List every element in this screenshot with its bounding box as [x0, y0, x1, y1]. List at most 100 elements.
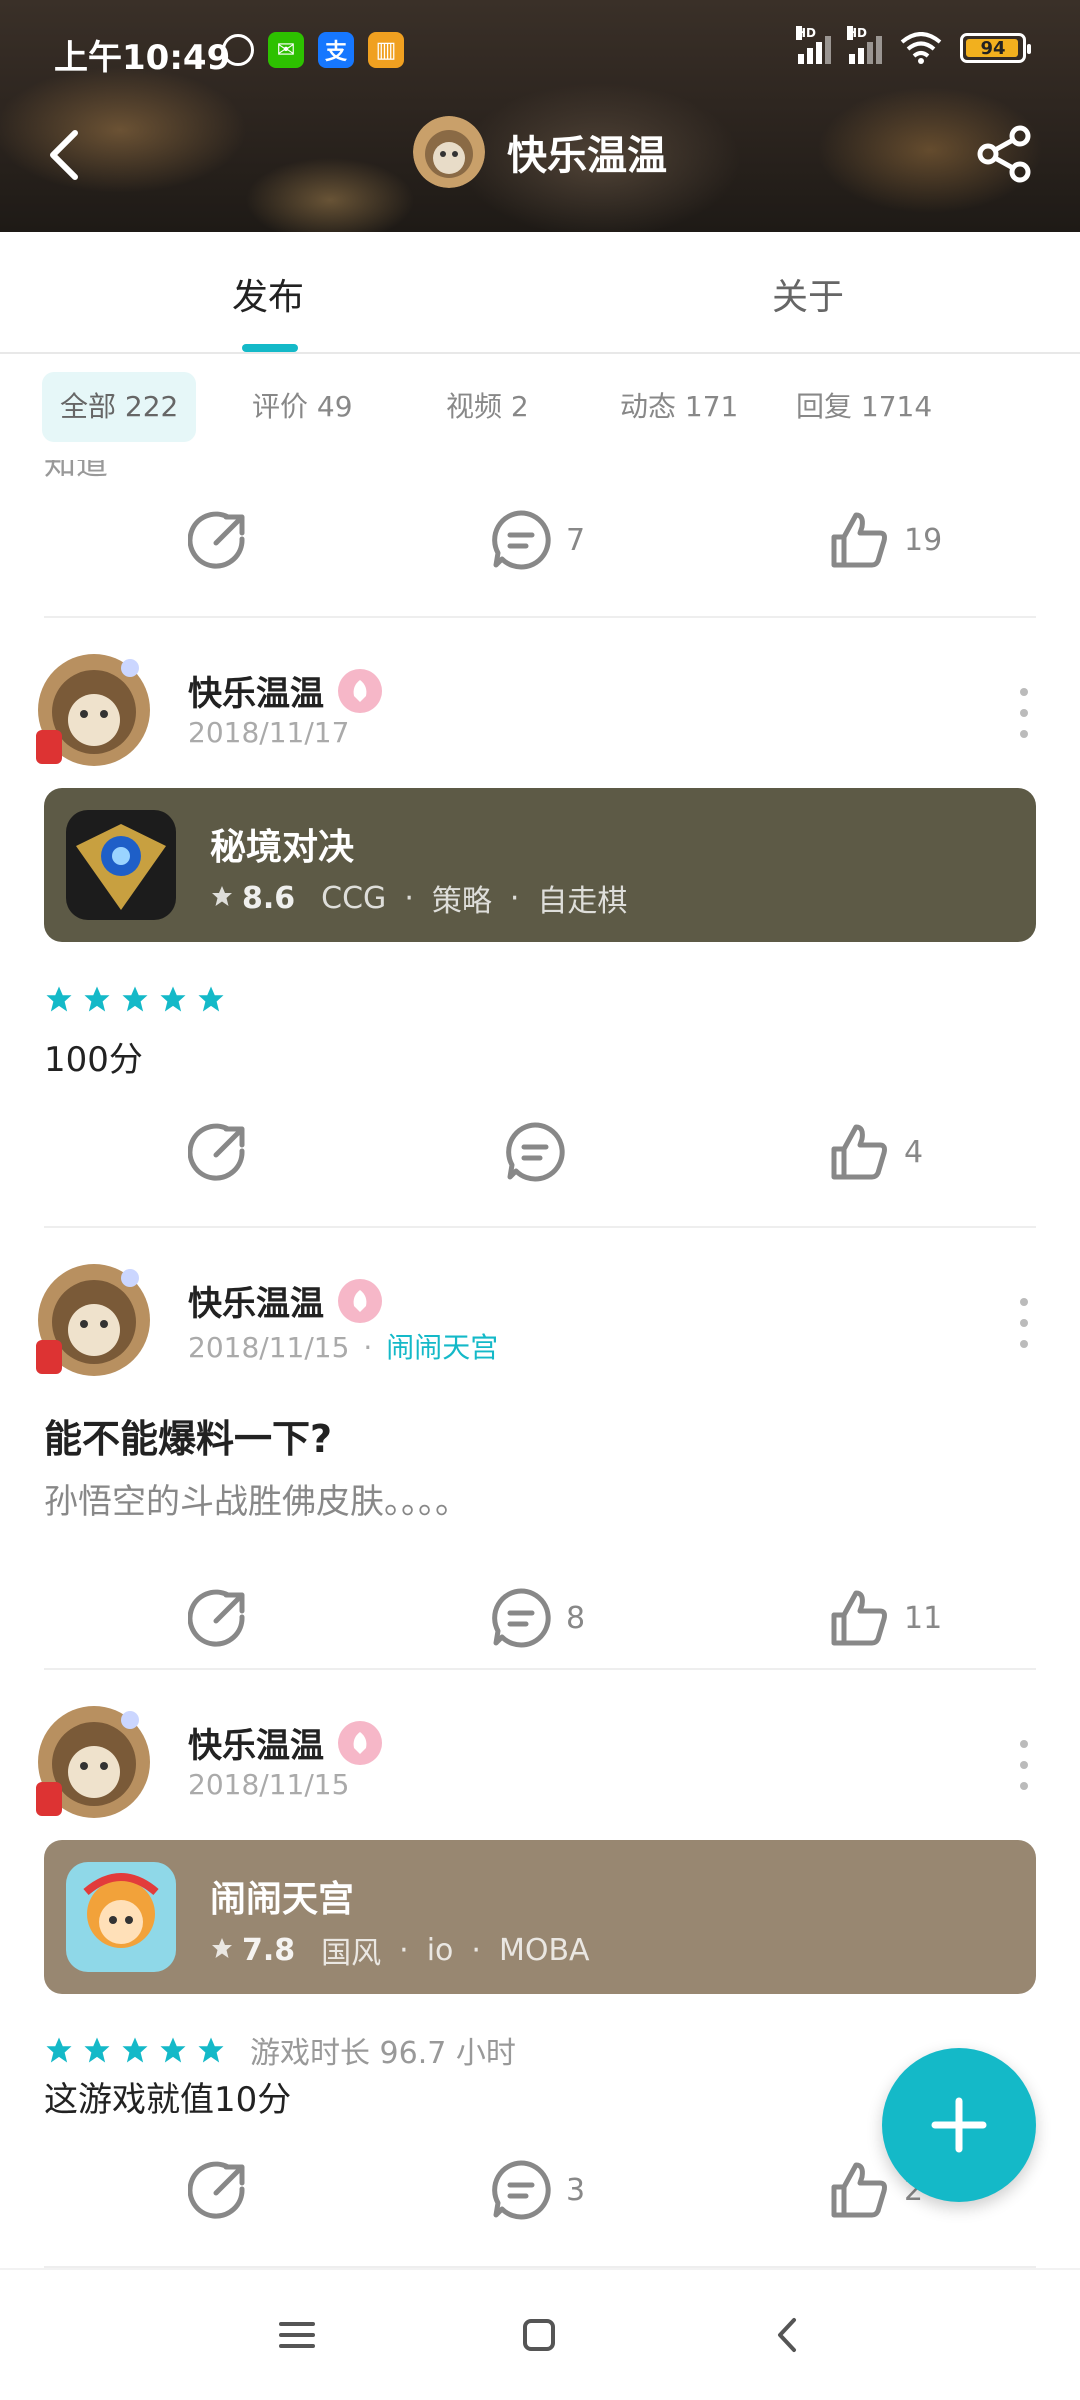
page-title: 快乐温温: [507, 133, 667, 179]
header-title-group: 快乐温温: [0, 116, 1080, 188]
game-score: 7.8: [242, 1932, 296, 1968]
star-icon: [122, 2037, 148, 2063]
tab-active-indicator: [242, 344, 298, 352]
thumbs-up-icon: [831, 1590, 887, 1646]
signal-1-icon: HD: [796, 26, 831, 64]
author-avatar[interactable]: [30, 1260, 156, 1386]
author-name[interactable]: 快乐温温: [188, 1276, 324, 1325]
divider: [44, 1226, 1036, 1228]
game-tag: 策略: [431, 884, 492, 919]
comment-bubble-icon: [492, 2160, 551, 2220]
more-options-button[interactable]: [1014, 688, 1034, 738]
rating-stars: 游戏时长 96.7 小时: [44, 2028, 516, 2072]
post-date: 2018/11/15: [188, 1331, 350, 1364]
filter-moments[interactable]: 动态 171: [602, 372, 756, 442]
game-name: 秘境对决: [210, 827, 355, 868]
share-icon: [977, 125, 1031, 183]
user-badge-icon: [338, 1278, 382, 1323]
menu-icon: [279, 2322, 315, 2348]
post-actions: 8 11: [0, 1578, 1080, 1658]
repost-button[interactable]: [188, 1578, 250, 1658]
like-button[interactable]: 4: [828, 1112, 923, 1192]
home-button[interactable]: [504, 2300, 574, 2370]
author-name[interactable]: 快乐温温: [188, 666, 324, 715]
review-text: 100分: [44, 1040, 143, 1080]
star-icon: [160, 986, 186, 1012]
repost-arrow-icon: [188, 2161, 245, 2219]
star-icon: [122, 986, 148, 1012]
star-icon: [84, 986, 110, 1012]
divider: [44, 1668, 1036, 1670]
filter-all[interactable]: 全部 222: [42, 372, 197, 442]
star-icon: [46, 2037, 72, 2063]
author-name-row: 快乐温温: [188, 1276, 382, 1325]
thumbs-up-icon: [831, 2162, 887, 2218]
system-back-button[interactable]: [752, 2300, 822, 2370]
like-button[interactable]: 11: [828, 1578, 942, 1658]
create-post-button[interactable]: [882, 2048, 1036, 2202]
thumbs-up-icon: [831, 512, 887, 568]
chevron-left-icon: [778, 2318, 796, 2352]
game-icon: [66, 1862, 176, 1972]
game-tag: 自走棋: [537, 884, 628, 919]
repost-button[interactable]: [188, 1112, 250, 1192]
post-date-row: 2018/11/15 · 闹闹天宫: [188, 1331, 499, 1364]
tab-about[interactable]: 关于: [772, 268, 844, 320]
game-tag: io: [426, 1932, 454, 1968]
game-tag-link[interactable]: 闹闹天宫: [386, 1331, 498, 1364]
more-options-button[interactable]: [1014, 1298, 1034, 1348]
signal-2-icon: HD: [847, 26, 882, 64]
user-badge-icon: [338, 668, 382, 713]
filter-chips: 全部 222 评价 49 视频 2 动态 171 回复 1714: [0, 354, 1080, 460]
author-name-row: 快乐温温: [188, 666, 382, 715]
user-badge-icon: [338, 1720, 382, 1765]
like-count: 19: [904, 522, 943, 558]
profile-header: 上午10:49 ✉ 支 ▥ HD HD 94 快乐温温: [0, 0, 1080, 232]
game-tag: 国风: [321, 1936, 382, 1971]
square-icon: [523, 2319, 555, 2351]
tab-post[interactable]: 发布: [232, 268, 304, 320]
post-date: 2018/11/15: [188, 1768, 350, 1801]
header-avatar[interactable]: [413, 116, 485, 188]
like-button[interactable]: 19: [828, 500, 942, 580]
divider: [44, 616, 1036, 618]
post-excerpt: 孙悟空的斗战胜佛皮肤。。。。: [44, 1482, 469, 1522]
previous-post-text: 知道: [44, 460, 109, 482]
status-bar: 上午10:49 ✉ 支 ▥ HD HD 94: [0, 0, 1080, 100]
star-icon: [210, 881, 234, 916]
filter-reviews[interactable]: 评价 49: [234, 372, 371, 442]
comment-button[interactable]: [504, 1112, 580, 1192]
status-time: 上午10:49: [54, 38, 231, 78]
star-icon: [46, 986, 72, 1012]
previous-post-actions: 7 19: [0, 500, 1080, 580]
star-icon: [210, 1933, 234, 1968]
main-tabs: 发布 关于: [0, 232, 1080, 354]
system-nav-bar: [0, 2268, 1080, 2400]
game-card[interactable]: 闹闹天宫 7.8 国风 · io · MOBA: [44, 1840, 1036, 1994]
comment-button[interactable]: 3: [490, 2150, 585, 2230]
review-text: 这游戏就值10分: [44, 2080, 292, 2120]
filter-videos[interactable]: 视频 2: [428, 372, 547, 442]
comment-button[interactable]: 8: [490, 1578, 585, 1658]
author-name[interactable]: 快乐温温: [188, 1718, 324, 1767]
comment-button[interactable]: 7: [490, 500, 585, 580]
share-button[interactable]: [974, 124, 1034, 184]
repost-button[interactable]: [188, 500, 250, 580]
post-title: 能不能爆料一下?: [44, 1417, 333, 1461]
recent-apps-button[interactable]: [262, 2300, 332, 2370]
author-avatar[interactable]: [30, 1702, 156, 1828]
game-card[interactable]: 秘境对决 8.6 CCG · 策略 · 自走棋: [44, 788, 1036, 942]
filter-replies[interactable]: 回复 1714: [778, 372, 950, 442]
star-icon: [198, 986, 224, 1012]
more-options-button[interactable]: [1014, 1740, 1034, 1790]
game-tag: CCG: [321, 880, 387, 916]
game-tag: MOBA: [498, 1932, 590, 1968]
battery-level: 94: [980, 37, 1006, 59]
comment-count: 7: [566, 522, 586, 558]
author-avatar[interactable]: [30, 650, 156, 776]
wechat-icon: ✉: [268, 32, 304, 68]
repost-arrow-icon: [188, 1123, 245, 1181]
rating-stars: [44, 984, 226, 1014]
plus-icon: [931, 2097, 987, 2153]
repost-button[interactable]: [188, 2150, 250, 2230]
